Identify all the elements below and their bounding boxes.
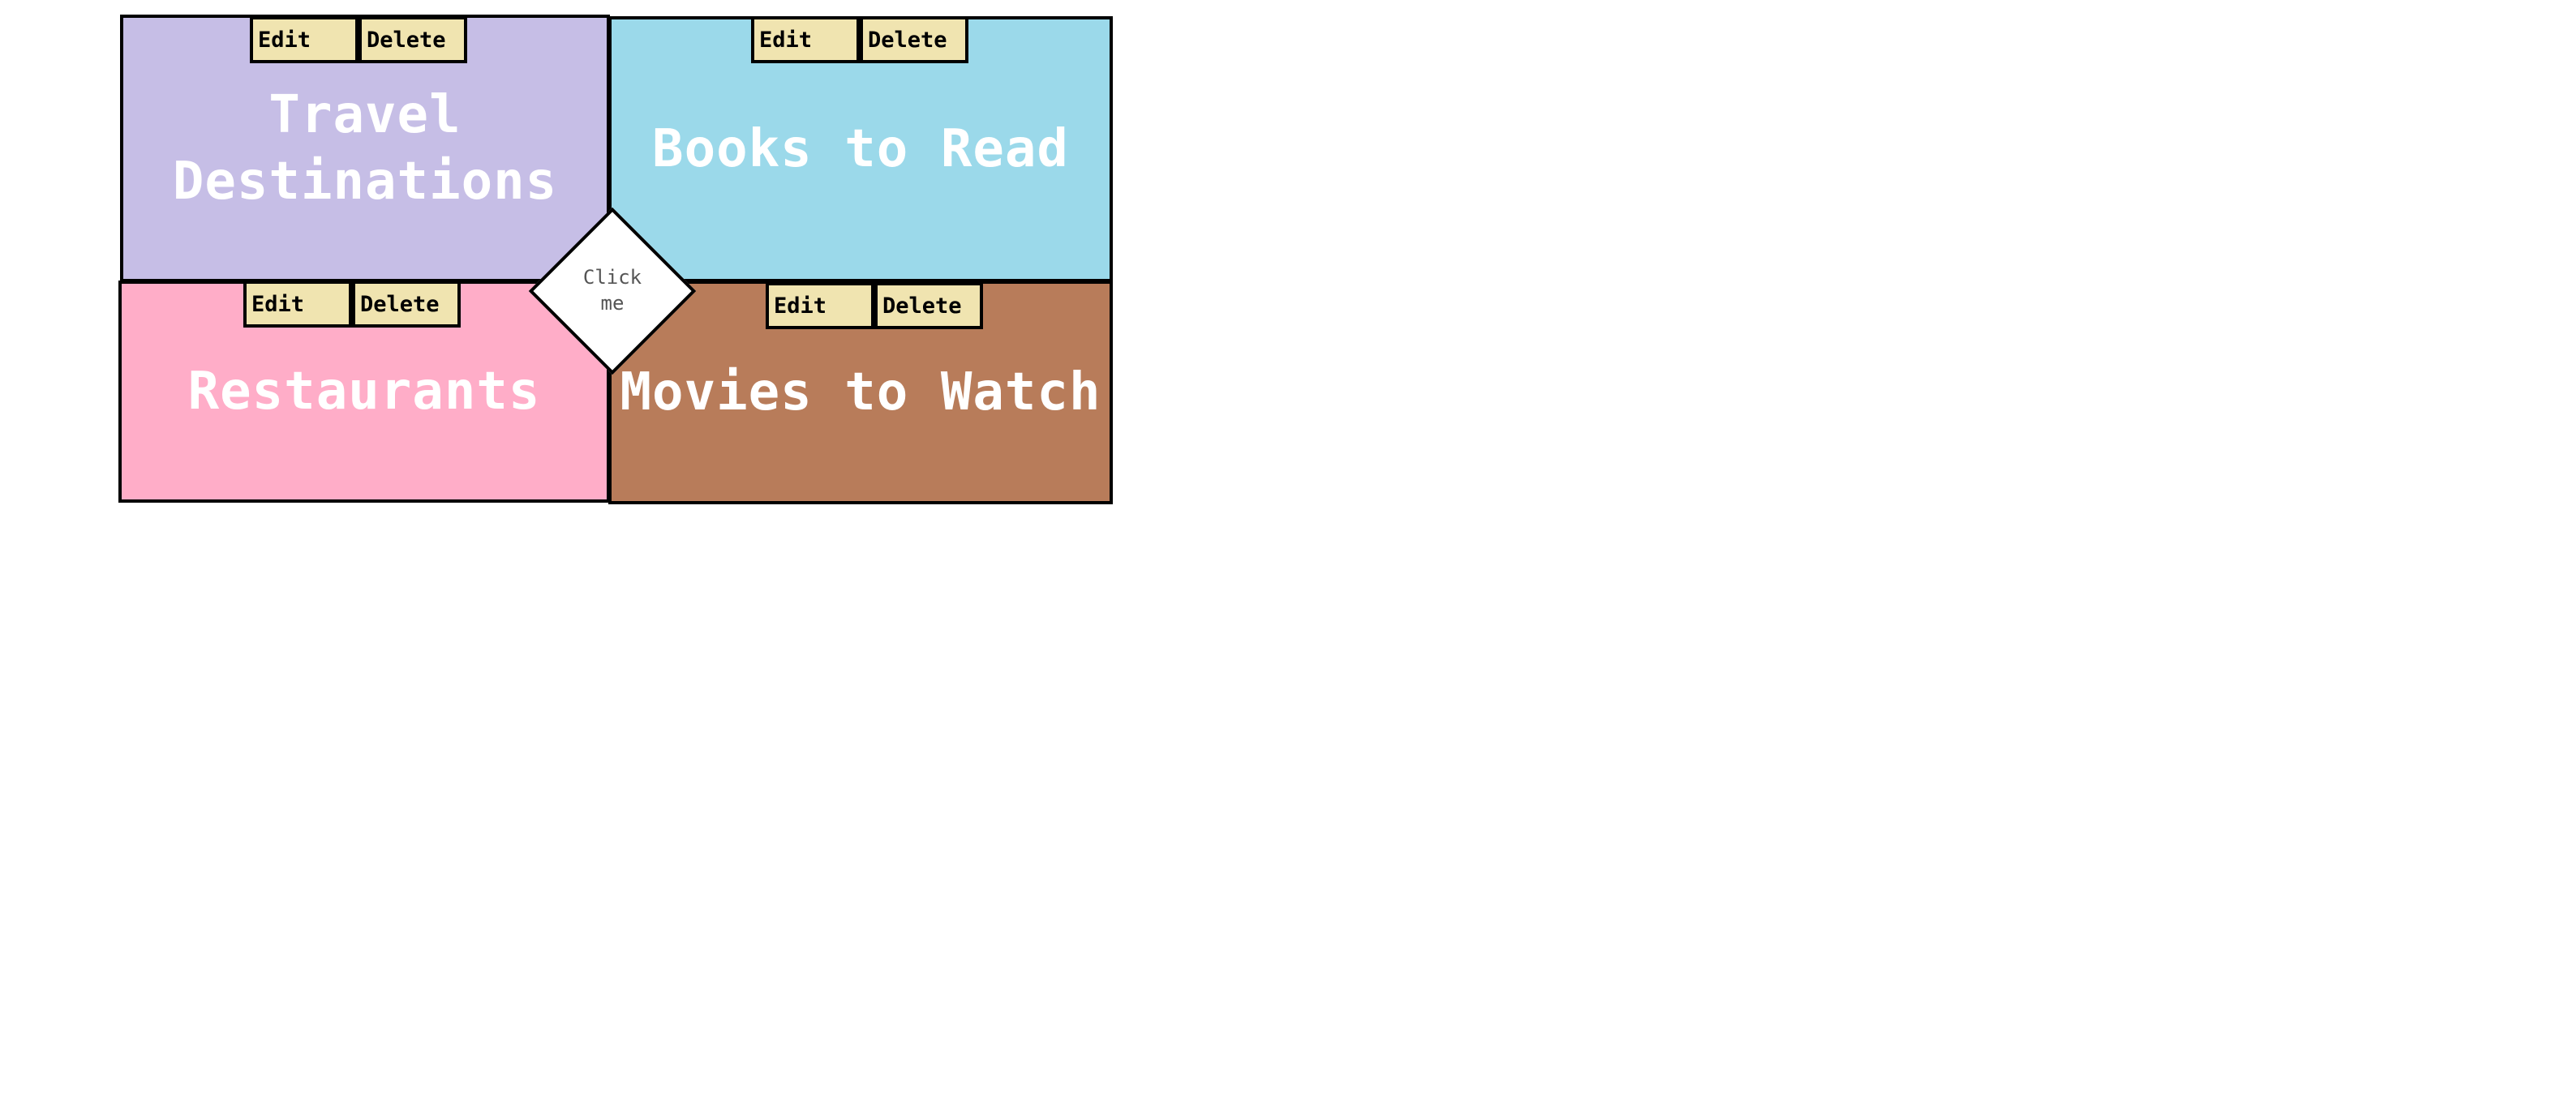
books-button-group: Edit Delete [751, 16, 968, 63]
panel-title: Travel Destinations [154, 82, 576, 215]
board: Travel Destinations Books to Read Restau… [0, 0, 2576, 1114]
panel-title: Books to Read [652, 119, 1069, 179]
title-line: Travel [268, 85, 462, 145]
edit-button[interactable]: Edit [250, 16, 358, 63]
delete-button[interactable]: Delete [358, 16, 467, 63]
delete-button[interactable]: Delete [352, 281, 461, 328]
edit-button[interactable]: Edit [751, 16, 860, 63]
delete-button[interactable]: Delete [874, 282, 983, 329]
edit-button[interactable]: Edit [243, 281, 352, 328]
restaurants-button-group: Edit Delete [243, 281, 461, 328]
delete-button[interactable]: Delete [860, 16, 968, 63]
click-me-button[interactable]: Click me [527, 206, 698, 376]
edit-button[interactable]: Edit [766, 282, 874, 329]
movies-button-group: Edit Delete [766, 282, 983, 329]
title-line: Destinations [172, 152, 558, 212]
diamond-shape[interactable] [528, 207, 697, 375]
panel-title: Restaurants [187, 362, 541, 422]
travel-button-group: Edit Delete [250, 16, 467, 63]
